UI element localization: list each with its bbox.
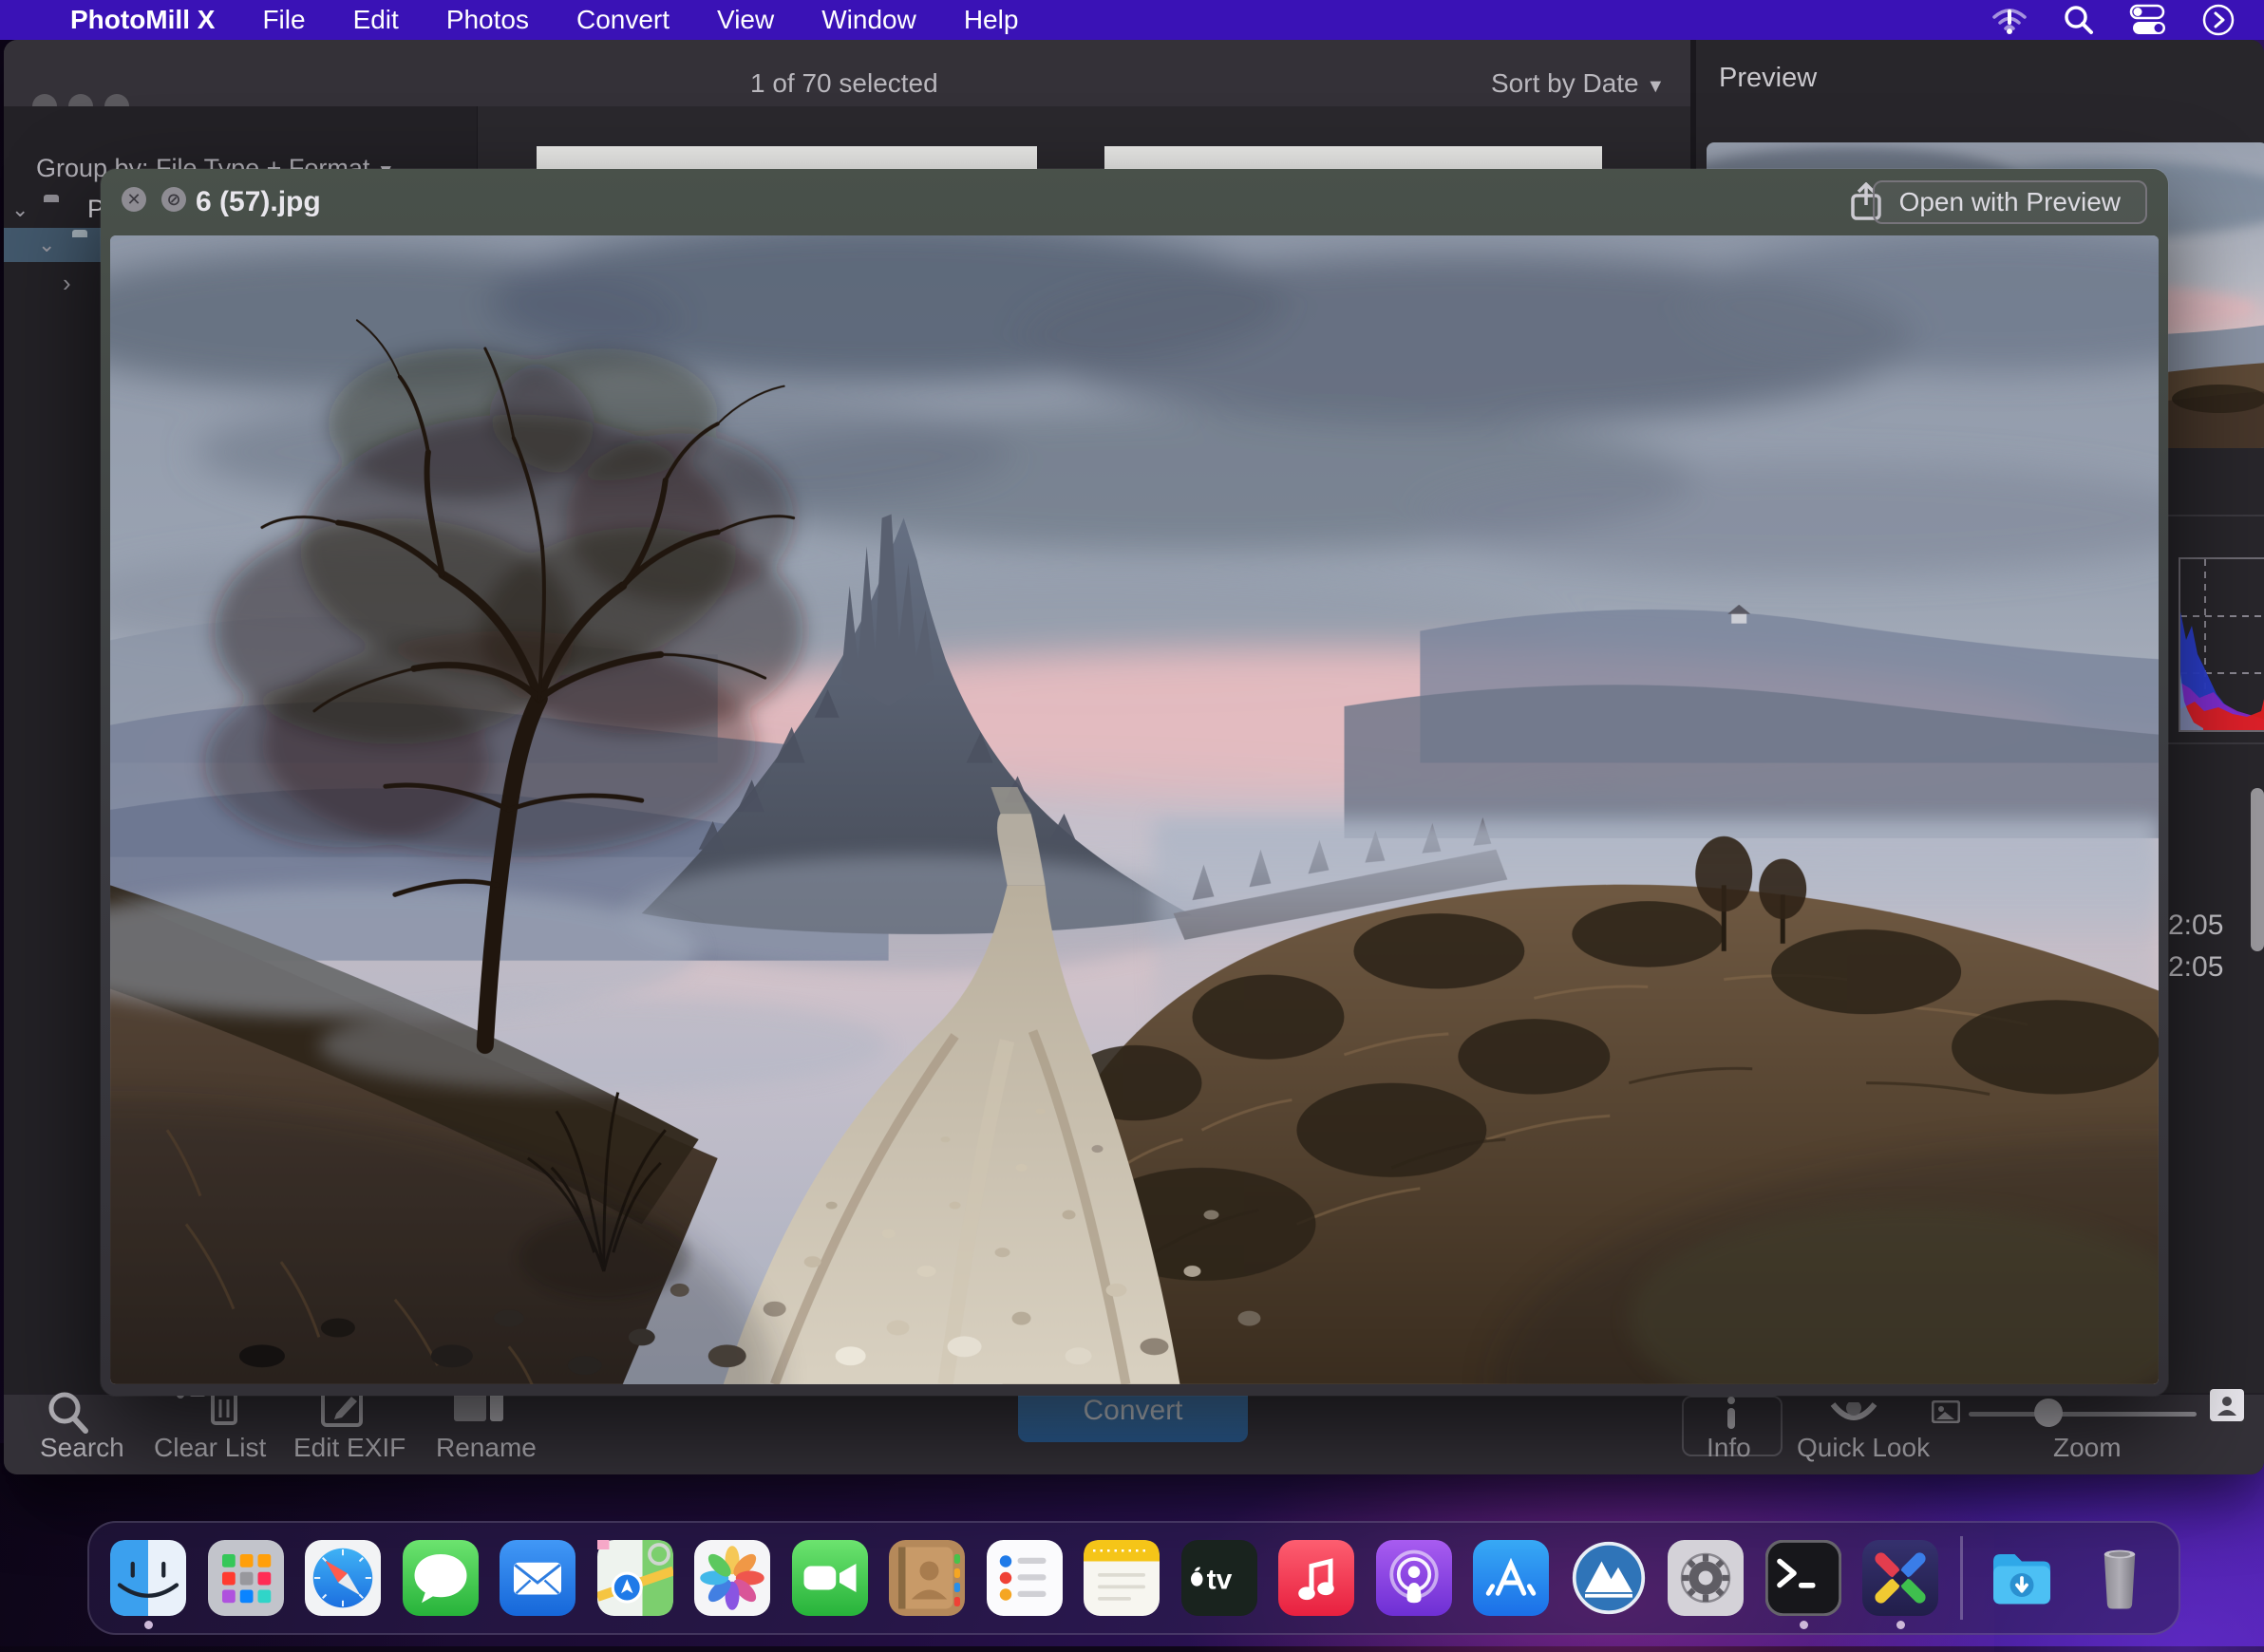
duration-badge: 2:05 bbox=[2168, 910, 2223, 942]
prohibited-icon[interactable]: ⊘ bbox=[161, 187, 186, 212]
dock-photomill-x-icon[interactable] bbox=[1862, 1540, 1938, 1616]
dock-music-icon[interactable] bbox=[1278, 1540, 1354, 1616]
open-with-preview-button[interactable]: Open with Preview bbox=[1873, 180, 2147, 224]
quicklook-filename: 6 (57).jpg bbox=[196, 186, 321, 218]
search-button[interactable]: Search bbox=[40, 1433, 124, 1463]
control-center-icon[interactable] bbox=[2129, 4, 2167, 36]
info-label: Info bbox=[1707, 1433, 1751, 1463]
dock-photos-icon[interactable] bbox=[694, 1540, 770, 1616]
zoom-label: Zoom bbox=[2053, 1433, 2122, 1463]
sort-by-date-control[interactable]: Sort by Date ▼ bbox=[1491, 68, 1665, 99]
dock-safari-icon[interactable] bbox=[305, 1540, 381, 1616]
dock-trash-icon[interactable] bbox=[2082, 1540, 2158, 1616]
app-menu-title[interactable]: PhotoMill X bbox=[70, 5, 215, 35]
histogram bbox=[2179, 557, 2264, 732]
menu-view[interactable]: View bbox=[717, 5, 774, 35]
chevron-down-icon: ⌄ bbox=[11, 197, 28, 222]
dock-finder-icon[interactable] bbox=[110, 1540, 186, 1616]
clock-icon[interactable] bbox=[2201, 3, 2236, 37]
rename-button[interactable]: Rename bbox=[436, 1433, 537, 1463]
quick-look-button[interactable]: Quick Look bbox=[1797, 1433, 1930, 1463]
clear-list-button[interactable]: Clear List bbox=[154, 1433, 266, 1463]
info-icon bbox=[1719, 1397, 1744, 1429]
duration-badge: 2:05 bbox=[2168, 951, 2223, 984]
preview-panel-title: Preview bbox=[1719, 63, 1817, 94]
dock-separator bbox=[1960, 1536, 1963, 1620]
chevron-down-icon: ▼ bbox=[1646, 76, 1665, 97]
user-avatar-button[interactable] bbox=[2210, 1389, 2244, 1421]
dock-maps-icon[interactable] bbox=[597, 1540, 673, 1616]
search-icon[interactable] bbox=[40, 1391, 101, 1436]
menu-bar: PhotoMill X File Edit Photos Convert Vie… bbox=[0, 0, 2264, 40]
scrollbar[interactable] bbox=[2251, 788, 2264, 951]
menu-help[interactable]: Help bbox=[964, 5, 1019, 35]
dock-mountain-circle-icon[interactable] bbox=[1571, 1540, 1647, 1616]
menu-photos[interactable]: Photos bbox=[446, 5, 529, 35]
wifi-alert-icon[interactable] bbox=[1990, 4, 2028, 36]
dock-mail-icon[interactable] bbox=[500, 1540, 575, 1616]
bottom-toolbar: Search Clear List Edit EXIF Rename Conve… bbox=[4, 1393, 2264, 1474]
dock-facetime-icon[interactable] bbox=[792, 1540, 868, 1616]
dock-terminal-icon[interactable] bbox=[1765, 1540, 1841, 1616]
person-icon bbox=[2215, 1393, 2239, 1417]
dock-system-settings-icon[interactable] bbox=[1668, 1540, 1744, 1616]
menu-window[interactable]: Window bbox=[821, 5, 916, 35]
quicklook-overlay: ✕ ⊘ 6 (57).jpg Open with Preview bbox=[101, 169, 2168, 1396]
dock-app-store-icon[interactable] bbox=[1473, 1540, 1549, 1616]
dock-messages-icon[interactable] bbox=[403, 1540, 479, 1616]
zoom-slider[interactable] bbox=[1969, 1412, 2197, 1417]
dock-downloads-icon[interactable] bbox=[1984, 1540, 2060, 1616]
quicklook-close-button[interactable]: ✕ bbox=[122, 187, 146, 212]
menu-edit[interactable]: Edit bbox=[353, 5, 399, 35]
zoom-slider-knob[interactable] bbox=[2034, 1399, 2063, 1427]
small-photo-icon bbox=[1932, 1400, 1960, 1423]
dock-launchpad-icon[interactable] bbox=[208, 1540, 284, 1616]
quicklook-photo[interactable] bbox=[110, 235, 2159, 1384]
chevron-right-icon: › bbox=[63, 269, 71, 298]
svg-text:tv: tv bbox=[1206, 1564, 1232, 1595]
quick-look-eye-icon[interactable] bbox=[1829, 1402, 1878, 1431]
selection-status: 1 of 70 selected bbox=[750, 68, 938, 99]
dock-tv-icon[interactable]: tv bbox=[1181, 1540, 1257, 1616]
dock-notes-icon[interactable] bbox=[1084, 1540, 1160, 1616]
edit-exif-button[interactable]: Edit EXIF bbox=[293, 1433, 406, 1463]
chevron-down-icon: ⌄ bbox=[38, 233, 55, 257]
dock: tv bbox=[87, 1521, 2180, 1635]
dock-podcasts-icon[interactable] bbox=[1376, 1540, 1452, 1616]
menu-convert[interactable]: Convert bbox=[576, 5, 670, 35]
dock-contacts-icon[interactable] bbox=[889, 1540, 965, 1616]
dock-reminders-icon[interactable] bbox=[987, 1540, 1063, 1616]
search-icon[interactable] bbox=[2063, 4, 2095, 36]
menu-file[interactable]: File bbox=[262, 5, 305, 35]
